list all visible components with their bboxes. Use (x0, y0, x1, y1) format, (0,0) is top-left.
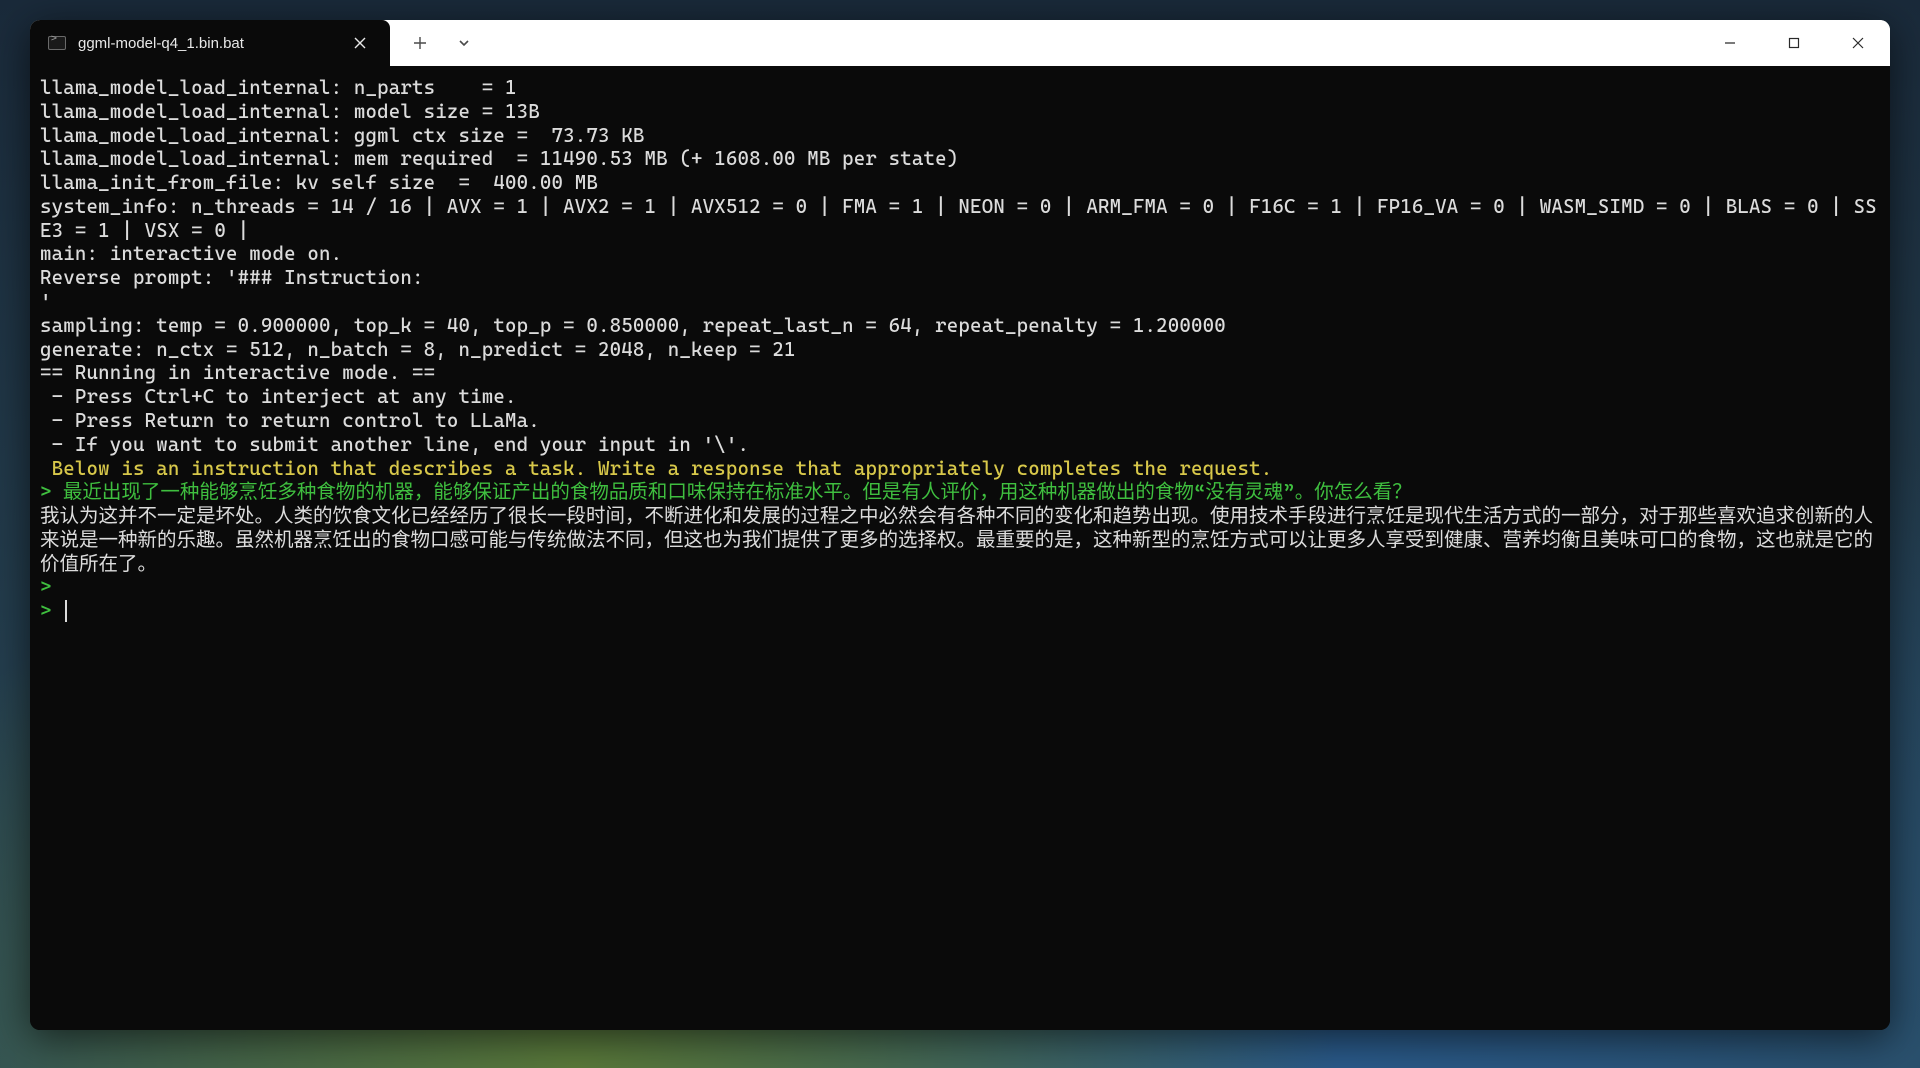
terminal-line: 我认为这并不一定是坏处。人类的饮食文化已经经历了很长一段时间，不断进化和发展的过… (40, 504, 1880, 575)
close-icon (1852, 37, 1864, 49)
terminal-line: == Running in interactive mode. == (40, 361, 1880, 385)
terminal-line: llama_model_load_internal: ggml ctx size… (40, 124, 1880, 148)
terminal-window: ggml-model-q4_1.bin.bat (30, 20, 1890, 1030)
terminal-icon (48, 36, 66, 50)
active-tab[interactable]: ggml-model-q4_1.bin.bat (30, 20, 390, 66)
terminal-line: - Press Return to return control to LLaM… (40, 409, 1880, 433)
chevron-down-icon (458, 37, 470, 49)
terminal-line: llama_model_load_internal: mem required … (40, 147, 1880, 171)
maximize-icon (1788, 37, 1800, 49)
minimize-icon (1724, 37, 1736, 49)
terminal-line: - If you want to submit another line, en… (40, 433, 1880, 457)
tab-dropdown-button[interactable] (446, 25, 482, 61)
terminal-line: generate: n_ctx = 512, n_batch = 8, n_pr… (40, 338, 1880, 362)
titlebar: ggml-model-q4_1.bin.bat (30, 20, 1890, 66)
tab-title: ggml-model-q4_1.bin.bat (78, 35, 332, 52)
terminal-line: llama_init_from_file: kv self size = 400… (40, 171, 1880, 195)
terminal-line: - Press Ctrl+C to interject at any time. (40, 385, 1880, 409)
tabbar-right (390, 20, 1890, 66)
window-controls (1698, 20, 1890, 66)
plus-icon (413, 36, 427, 50)
terminal-output[interactable]: llama_model_load_internal: n_parts = 1ll… (30, 66, 1890, 1030)
cursor (65, 600, 67, 622)
terminal-line: llama_model_load_internal: model size = … (40, 100, 1880, 124)
terminal-line: > 最近出现了一种能够烹饪多种食物的机器，能够保证产出的食物品质和口味保持在标准… (40, 480, 1880, 504)
tab-close-button[interactable] (344, 27, 376, 59)
maximize-button[interactable] (1762, 20, 1826, 66)
terminal-line: Reverse prompt: '### Instruction: (40, 266, 1880, 290)
terminal-line: llama_model_load_internal: n_parts = 1 (40, 76, 1880, 100)
terminal-line: Below is an instruction that describes a… (40, 457, 1880, 481)
terminal-line: > (40, 575, 1880, 599)
terminal-line: sampling: temp = 0.900000, top_k = 40, t… (40, 314, 1880, 338)
terminal-line: system_info: n_threads = 14 / 16 | AVX =… (40, 195, 1880, 243)
terminal-prompt[interactable]: > (40, 599, 1880, 623)
terminal-line: main: interactive mode on. (40, 242, 1880, 266)
terminal-line: ' (40, 290, 1880, 314)
new-tab-button[interactable] (402, 25, 438, 61)
minimize-button[interactable] (1698, 20, 1762, 66)
close-icon (354, 37, 366, 49)
window-close-button[interactable] (1826, 20, 1890, 66)
